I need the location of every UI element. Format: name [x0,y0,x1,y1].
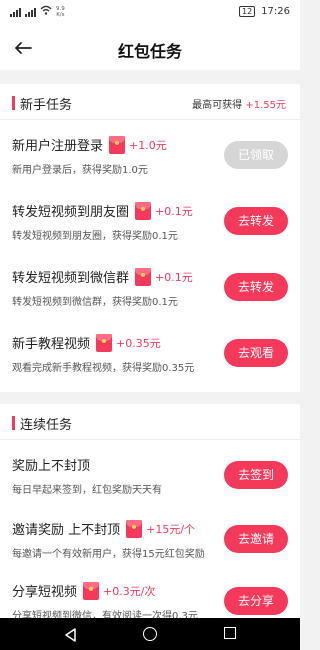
task-desc: 观看完成新手教程视频，获得奖励0.35元 [12,363,195,374]
share-video-button[interactable]: 去分享 [224,587,288,615]
red-envelope-icon [83,581,100,600]
checkin-button[interactable]: 去签到 [224,461,288,489]
section-title: 新手任务 [20,98,73,113]
newbie-tasks-section: 新手任务 最高可获得 +1.55元 新用户注册登录 +1.0元 新用户登录后，获… [0,84,300,392]
task-title: 新手教程视频 +0.35元 [12,333,161,352]
task-title-text: 奖励上不封顶 [12,459,91,474]
max-reward: 最高可获得 +1.55元 [192,96,286,111]
battery-icon: 12 [238,6,256,17]
status-left: 9.9 K/s [10,5,65,18]
task-row-checkin: 奖励上不封顶 每日早起来签到，红包奖励天天有 去签到 [0,444,300,508]
task-desc: 新用户登录后，获得奖励1.0元 [12,165,148,176]
task-title-text: 转发短视频到微信群 [12,271,130,286]
task-title-text: 新手教程视频 [12,337,91,352]
task-row-invite: 邀请奖励 上不封顶 +15元/个 每邀请一个有效新用户，获得15元红包奖励 去邀… [0,508,300,572]
network-speed-unit: K/s [56,11,65,18]
red-envelope-icon [96,333,113,352]
home-circle-icon[interactable] [143,627,157,641]
task-reward: +0.3元/次 [103,584,156,598]
task-title-text: 转发短视频到朋友圈 [12,205,130,220]
task-reward: +0.1元 [155,270,193,284]
header: 红包任务 [0,26,300,70]
status-right: 12 17:26 [238,6,290,17]
task-row-share-moments: 转发短视频到朋友圈 +0.1元 转发短视频到朋友圈，获得奖励0.1元 去转发 [0,190,300,254]
red-envelope-icon [135,201,152,220]
share-group-button[interactable]: 去转发 [224,273,288,301]
page-title: 红包任务 [117,42,182,61]
task-desc: 转发短视频到微信群，获得奖励0.1元 [12,297,178,308]
back-triangle-icon[interactable] [64,627,78,646]
watch-button[interactable]: 去观看 [224,339,288,367]
signal-icon [10,7,21,17]
section-header: 新手任务 最高可获得 +1.55元 [0,84,300,120]
section-accent-bar [12,416,15,430]
recent-square-icon[interactable] [224,627,236,639]
task-reward: +15元/个 [146,522,196,536]
task-desc: 每邀请一个有效新用户，获得15元红包奖励 [12,549,205,560]
status-time: 17:26 [261,6,290,17]
max-reward-label: 最高可获得 [192,100,243,111]
task-desc: 转发短视频到朋友圈，获得奖励0.1元 [12,231,178,242]
task-title: 转发短视频到微信群 +0.1元 [12,267,193,286]
task-title-text: 新用户注册登录 [12,139,104,154]
share-moments-button[interactable]: 去转发 [224,207,288,235]
max-reward-value: +1.55元 [245,100,286,111]
signal-icon [25,7,36,17]
section-title: 连续任务 [20,418,73,433]
status-bar: 9.9 K/s 12 17:26 [0,0,300,26]
task-row-tutorial: 新手教程视频 +0.35元 观看完成新手教程视频，获得奖励0.35元 去观看 [0,322,300,386]
task-reward: +0.1元 [155,204,193,218]
red-envelope-icon [135,267,152,286]
red-envelope-icon [109,135,126,154]
invite-button[interactable]: 去邀请 [224,525,288,553]
system-nav-bar [0,618,300,650]
task-title-text: 邀请奖励 上不封顶 [12,523,121,538]
task-row-register: 新用户注册登录 +1.0元 新用户登录后，获得奖励1.0元 已领取 [0,124,300,188]
claimed-button: 已领取 [224,141,288,169]
red-envelope-icon [126,519,143,538]
section-header: 连续任务 [0,404,300,440]
task-title: 分享短视频 +0.3元/次 [12,581,155,600]
task-desc: 每日早起来签到，红包奖励天天有 [12,485,162,496]
task-title: 邀请奖励 上不封顶 +15元/个 [12,519,195,538]
section-accent-bar [12,96,15,110]
task-title: 新用户注册登录 +1.0元 [12,135,167,154]
task-reward: +0.35元 [116,336,161,350]
task-row-share-group: 转发短视频到微信群 +0.1元 转发短视频到微信群，获得奖励0.1元 去转发 [0,256,300,320]
task-title: 奖励上不封顶 [12,455,90,474]
task-title: 转发短视频到朋友圈 +0.1元 [12,201,193,220]
network-speed: 9.9 K/s [56,6,65,18]
task-reward: +1.0元 [129,138,167,152]
wifi-icon [40,5,52,18]
task-title-text: 分享短视频 [12,585,78,600]
continuous-tasks-section: 连续任务 奖励上不封顶 每日早起来签到，红包奖励天天有 去签到 邀请奖励 上不封… [0,404,300,626]
